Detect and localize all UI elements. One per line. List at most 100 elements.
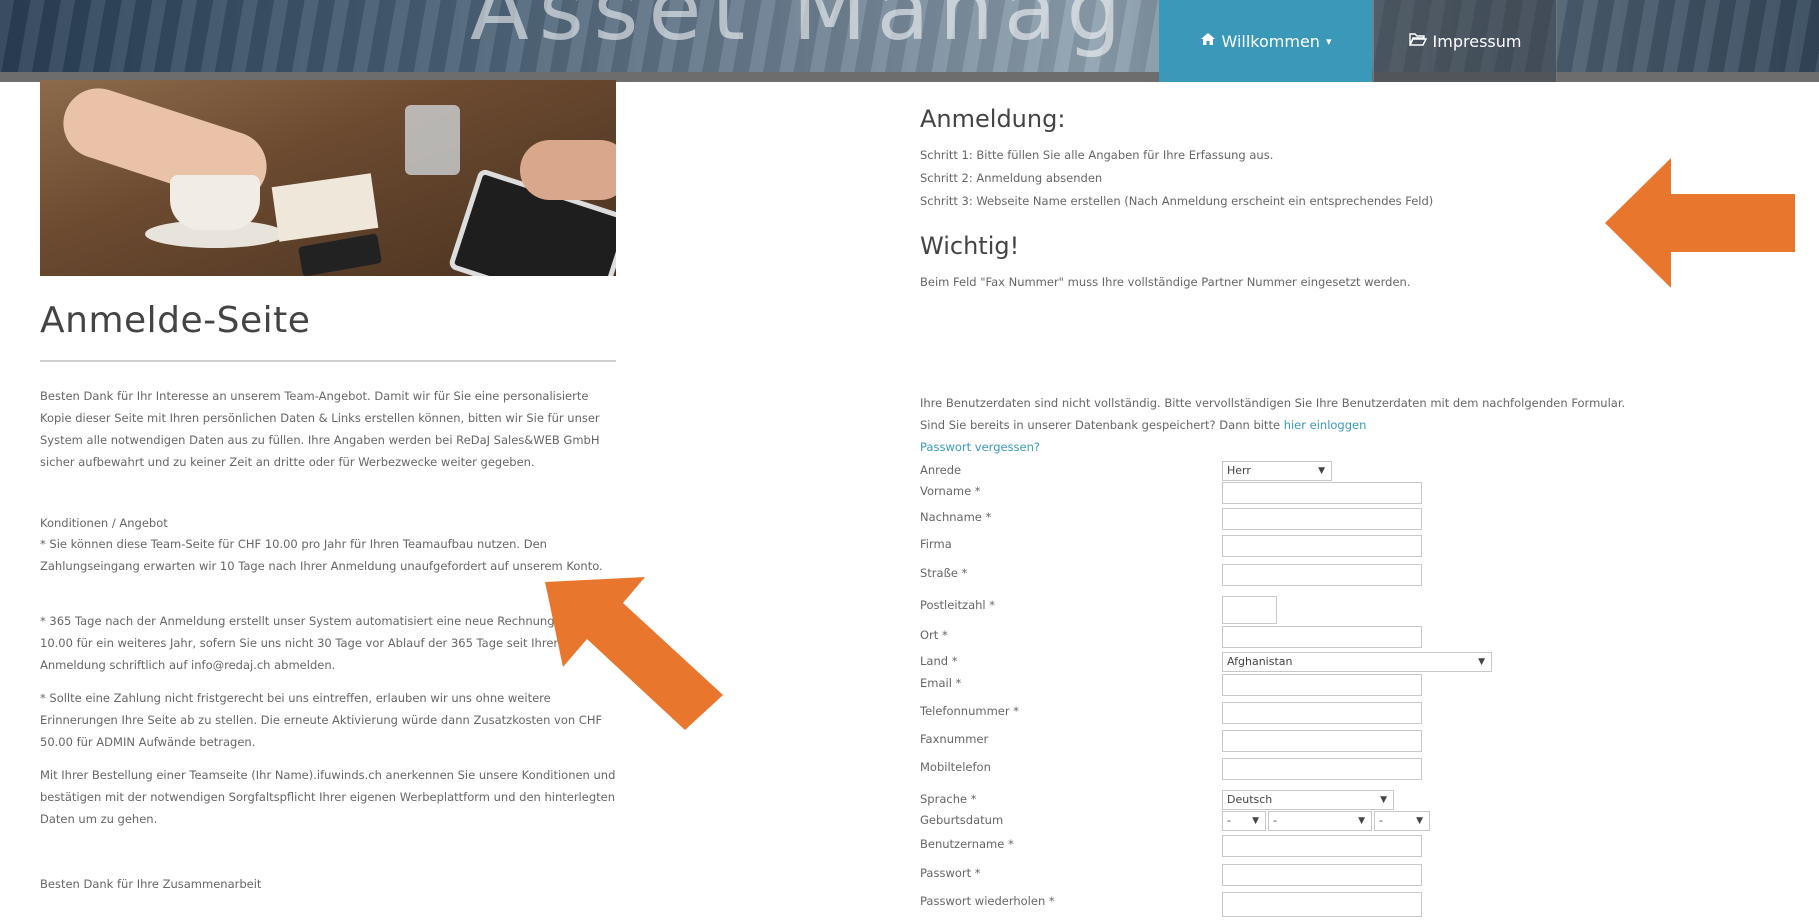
- lastname-row: Nachname *: [920, 508, 1520, 530]
- zip-row: Postleitzahl *: [920, 596, 1520, 624]
- language-value: Deutsch: [1227, 793, 1273, 806]
- lastname-input[interactable]: [1222, 508, 1422, 530]
- hero-cup: [170, 175, 260, 230]
- chevron-down-icon: ▼: [1358, 816, 1365, 826]
- password-repeat-label: Passwort wiederholen *: [920, 894, 1055, 908]
- hero-glass: [405, 105, 460, 175]
- nav-willkommen[interactable]: Willkommen ▾: [1159, 0, 1372, 82]
- order-paragraph: Mit Ihrer Bestellung einer Teamseite (Ih…: [40, 768, 616, 826]
- hero-phone: [298, 233, 382, 276]
- company-label: Firma: [920, 537, 952, 551]
- city-input[interactable]: [1222, 626, 1422, 648]
- conditions-title: Konditionen / Angebot: [40, 516, 168, 530]
- nav-willkommen-label: Willkommen: [1221, 31, 1320, 51]
- important-text: Beim Feld "Fax Nummer" muss Ihre vollstä…: [920, 275, 1411, 289]
- country-select[interactable]: Afghanistan ▼: [1222, 652, 1492, 672]
- salutation-row: Anrede Herr ▼: [920, 461, 1520, 483]
- zip-input[interactable]: [1222, 596, 1277, 624]
- password-repeat-row: Passwort wiederholen *: [920, 892, 1520, 917]
- country-row: Land * Afghanistan ▼: [920, 652, 1520, 674]
- renewal-paragraph: * 365 Tage nach der Anmeldung erstellt u…: [40, 614, 607, 672]
- mobile-row: Mobiltelefon: [920, 758, 1520, 780]
- chevron-down-icon: ▾: [1325, 34, 1332, 48]
- city-row: Ort *: [920, 626, 1520, 648]
- password-label: Passwort *: [920, 866, 981, 880]
- salutation-value: Herr: [1227, 464, 1251, 477]
- fax-input[interactable]: [1222, 730, 1422, 752]
- language-label: Sprache *: [920, 792, 977, 806]
- home-icon: [1200, 32, 1216, 50]
- country-label: Land *: [920, 654, 958, 668]
- fax-label: Faxnummer: [920, 732, 989, 746]
- email-row: Email *: [920, 674, 1520, 696]
- firstname-input[interactable]: [1222, 482, 1422, 504]
- incomplete-notice: Ihre Benutzerdaten sind nicht vollständi…: [920, 396, 1626, 410]
- company-input[interactable]: [1222, 535, 1422, 557]
- company-row: Firma: [920, 535, 1520, 557]
- birthdate-day-value: -: [1227, 814, 1231, 827]
- site-header: Asset Manag ent Willkommen ▾ Impressum: [0, 0, 1819, 82]
- annotation-arrow-left-icon: [1605, 158, 1795, 288]
- language-select[interactable]: Deutsch ▼: [1222, 790, 1394, 810]
- hero-image: [40, 80, 616, 276]
- chevron-down-icon: ▼: [1318, 466, 1325, 476]
- step-2-text: Schritt 2: Anmeldung absenden: [920, 171, 1103, 185]
- phone-row: Telefonnummer *: [920, 702, 1520, 724]
- fax-row: Faxnummer: [920, 730, 1520, 752]
- birthdate-row: Geburtsdatum - ▼ - ▼ - ▼: [920, 811, 1520, 833]
- annotation-arrow-up-left-icon: [545, 577, 723, 730]
- chevron-down-icon: ▼: [1380, 795, 1387, 805]
- phone-label: Telefonnummer *: [920, 704, 1019, 718]
- street-label: Straße *: [920, 566, 968, 580]
- birthdate-label: Geburtsdatum: [920, 813, 1004, 827]
- login-link[interactable]: hier einloggen: [1284, 418, 1367, 432]
- birthdate-day-select[interactable]: - ▼: [1222, 811, 1266, 831]
- birthdate-year-value: -: [1379, 814, 1383, 827]
- registration-title: Anmeldung:: [920, 105, 1066, 133]
- firstname-row: Vorname *: [920, 482, 1520, 504]
- password-repeat-input[interactable]: [1222, 892, 1422, 917]
- forgot-password-link[interactable]: Passwort vergessen?: [920, 440, 1040, 454]
- salutation-label: Anrede: [920, 463, 962, 477]
- important-title: Wichtig!: [920, 232, 1020, 260]
- salutation-select[interactable]: Herr ▼: [1222, 461, 1332, 481]
- firstname-label: Vorname *: [920, 484, 981, 498]
- nav-impressum[interactable]: Impressum: [1373, 0, 1557, 82]
- password-input[interactable]: [1222, 864, 1422, 886]
- language-row: Sprache * Deutsch ▼: [920, 790, 1520, 812]
- conditions-paragraph: * Sie können diese Team-Seite für CHF 10…: [40, 537, 603, 573]
- hero-hand-right: [520, 140, 616, 200]
- city-label: Ort *: [920, 628, 948, 642]
- registered-notice-text: Sind Sie bereits in unserer Datenbank ge…: [920, 418, 1281, 432]
- birthdate-month-select[interactable]: - ▼: [1268, 811, 1372, 831]
- hero-notebook: [271, 173, 379, 242]
- registered-notice: Sind Sie bereits in unserer Datenbank ge…: [920, 418, 1366, 432]
- username-label: Benutzername *: [920, 837, 1014, 851]
- country-value: Afghanistan: [1227, 655, 1293, 668]
- zip-label: Postleitzahl *: [920, 598, 996, 612]
- step-1-text: Schritt 1: Bitte füllen Sie alle Angaben…: [920, 148, 1274, 162]
- username-input[interactable]: [1222, 835, 1422, 857]
- lastname-label: Nachname *: [920, 510, 992, 524]
- mobile-input[interactable]: [1222, 758, 1422, 780]
- street-row: Straße *: [920, 564, 1520, 586]
- mobile-label: Mobiltelefon: [920, 760, 991, 774]
- password-row: Passwort *: [920, 864, 1520, 886]
- street-input[interactable]: [1222, 564, 1422, 586]
- chevron-down-icon: ▼: [1252, 816, 1259, 826]
- email-input[interactable]: [1222, 674, 1422, 696]
- birthdate-year-select[interactable]: - ▼: [1374, 811, 1430, 831]
- username-row: Benutzername *: [920, 835, 1520, 857]
- chevron-down-icon: ▼: [1478, 657, 1485, 667]
- title-divider: [40, 360, 616, 362]
- intro-paragraph: Besten Dank für Ihr Interesse an unserem…: [40, 389, 600, 469]
- folder-open-icon: [1408, 32, 1427, 50]
- email-label: Email *: [920, 676, 962, 690]
- chevron-down-icon: ▼: [1416, 816, 1423, 826]
- step-3-text: Schritt 3: Webseite Name erstellen (Nach…: [920, 194, 1434, 208]
- nav-impressum-label: Impressum: [1432, 31, 1522, 51]
- phone-input[interactable]: [1222, 702, 1422, 724]
- thanks-text: Besten Dank für Ihre Zusammenarbeit: [40, 877, 262, 891]
- page-title: Anmelde-Seite: [40, 300, 311, 341]
- payment-paragraph: * Sollte eine Zahlung nicht fristgerecht…: [40, 691, 603, 749]
